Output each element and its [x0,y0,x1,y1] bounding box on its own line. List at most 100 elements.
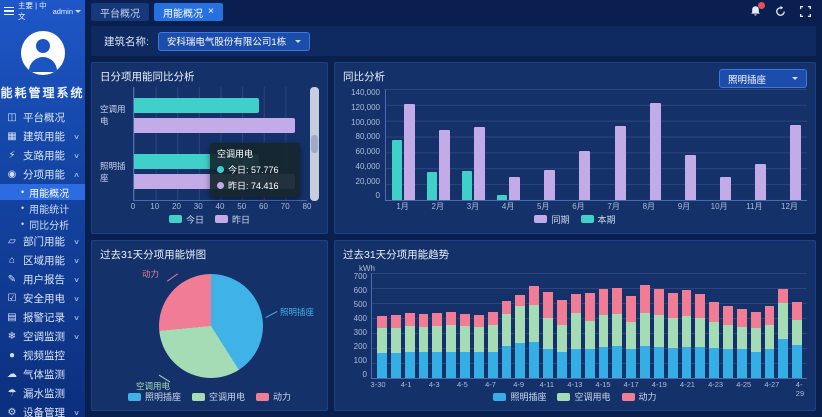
chevron-down-icon: ∨ [73,295,80,303]
segment-照明插座 [529,342,539,378]
legend-item-空调用电[interactable]: 空调用电 [557,390,610,403]
sidebar-item-5[interactable]: ▱部门用能∨ [0,232,85,251]
stack-bar-4-18[interactable] [640,273,650,379]
bar-同期-5月[interactable] [544,170,555,199]
sidebar-item-3[interactable]: ⚡支路用能∨ [0,146,85,165]
axis-tick: 0 [131,202,135,211]
axis-tick: 6月 [561,201,596,212]
sidebar-item-7[interactable]: ✎用户报告∨ [0,270,85,289]
legend-item-本期[interactable]: 本期 [581,213,616,226]
segment-动力 [502,301,512,314]
stack-bar-3-31[interactable] [391,273,401,379]
hamburger-icon[interactable] [4,7,14,16]
pie-graphic[interactable] [159,274,263,378]
sidebar-subitem[interactable]: •用能概况 [0,184,85,200]
stack-bar-4-11[interactable] [543,273,553,379]
stack-bar-4-19[interactable] [654,273,664,379]
stack-bar-4-1[interactable] [405,273,415,379]
bar-昨日[interactable] [134,118,295,133]
stack-bar-4-14[interactable] [585,273,595,379]
language-switch[interactable]: 主要 | 中文 [18,0,49,22]
stack-bar-4-21[interactable] [682,273,692,379]
bar-同期-4月[interactable] [509,177,520,200]
range-select[interactable]: 照明插座 [719,69,807,88]
stack-bar-4-27[interactable] [765,273,775,379]
legend-item-昨日[interactable]: 昨日 [215,213,250,226]
stack-bar-4-8[interactable] [502,273,512,379]
bar-同期-7月[interactable] [615,126,626,199]
bar-同期-12月[interactable] [790,125,801,200]
stack-bar-4-12[interactable] [557,273,567,379]
stack-bar-3-30[interactable] [377,273,387,379]
stack-bar-4-4[interactable] [446,273,456,379]
legend-item-空调用电[interactable]: 空调用电 [192,390,245,403]
alarm-log-icon: ▤ [6,312,18,323]
legend-item-照明插座[interactable]: 照明插座 [493,390,546,403]
stack-bar-4-9[interactable] [515,273,525,379]
tab-平台概况[interactable]: 平台概况 [91,3,149,21]
sidebar-subitem[interactable]: •用能统计 [0,200,85,216]
axis-tick: 7月 [596,201,631,212]
datazoom-slider[interactable] [310,87,319,201]
sidebar-item-6[interactable]: ⌂区域用能∨ [0,251,85,270]
bar-同期-3月[interactable] [474,127,485,200]
segment-动力 [391,315,401,328]
stack-bar-4-15[interactable] [599,273,609,379]
sidebar-subitem[interactable]: •同比分析 [0,216,85,232]
sidebar-item-9[interactable]: ▤报警记录∨ [0,308,85,327]
stack-bar-4-20[interactable] [668,273,678,379]
bar-今日[interactable] [134,98,259,113]
sidebar-item-4[interactable]: ◉分项用能∧ [0,165,85,184]
sidebar-item-12[interactable]: ☁气体监测 [0,365,85,384]
stack-bar-4-5[interactable] [460,273,470,379]
stack-bar-4-28[interactable] [778,273,788,379]
building-select[interactable]: 安科瑞电气股份有限公司1栋 [158,32,310,51]
stack-bar-4-25[interactable] [737,273,747,379]
legend-item-照明插座[interactable]: 照明插座 [128,390,181,403]
monthly-legend: 同期本期 [343,212,807,227]
bar-本期-4月[interactable] [497,195,507,200]
bar-同期-8月[interactable] [650,103,661,199]
stack-bar-4-6[interactable] [474,273,484,379]
bar-本期-2月[interactable] [427,172,437,199]
sidebar-item-14[interactable]: ⚙设备管理∨ [0,403,85,417]
stack-bar-4-22[interactable] [695,273,705,379]
sidebar-item-10[interactable]: ❄空调监测∨ [0,327,85,346]
user-menu[interactable]: admin [53,7,81,16]
bar-同期-2月[interactable] [439,130,450,199]
stack-bar-4-24[interactable] [723,273,733,379]
legend-item-今日[interactable]: 今日 [169,213,204,226]
sidebar-item-8[interactable]: ☑安全用电∨ [0,289,85,308]
legend-item-动力[interactable]: 动力 [622,390,657,403]
bar-本期-1月[interactable] [392,140,402,200]
stack-bar-4-16[interactable] [612,273,622,379]
sidebar-item-1[interactable]: ◫平台概况 [0,108,85,127]
refresh-icon[interactable] [773,4,787,18]
stack-bar-4-26[interactable] [751,273,761,379]
bar-同期-6月[interactable] [579,151,590,199]
bar-本期-3月[interactable] [462,171,472,200]
stack-bar-4-10[interactable] [529,273,539,379]
bell-icon[interactable] [748,4,762,18]
bar-同期-1月[interactable] [404,104,415,200]
segment-动力 [612,288,622,314]
close-icon[interactable]: × [208,7,214,17]
bar-同期-9月[interactable] [685,155,696,200]
stack-bar-4-13[interactable] [571,273,581,379]
stack-bar-4-17[interactable] [626,273,636,379]
building-selector-bar: 建筑名称: 安科瑞电气股份有限公司1栋 [91,26,816,56]
stack-bar-4-23[interactable] [709,273,719,379]
sidebar-item-2[interactable]: ▦建筑用能∨ [0,127,85,146]
stack-bar-4-7[interactable] [488,273,498,379]
legend-item-同期[interactable]: 同期 [534,213,569,226]
stack-bar-4-3[interactable] [432,273,442,379]
legend-item-动力[interactable]: 动力 [256,390,291,403]
bar-同期-11月[interactable] [755,164,766,200]
stack-bar-4-29[interactable] [792,273,802,379]
sidebar-item-11[interactable]: ●视频监控 [0,346,85,365]
sidebar-item-13[interactable]: ☂漏水监测 [0,384,85,403]
tab-用能概况[interactable]: 用能概况× [154,3,223,21]
bar-同期-10月[interactable] [720,177,731,199]
fullscreen-icon[interactable] [798,4,812,18]
stack-bar-4-2[interactable] [419,273,429,379]
